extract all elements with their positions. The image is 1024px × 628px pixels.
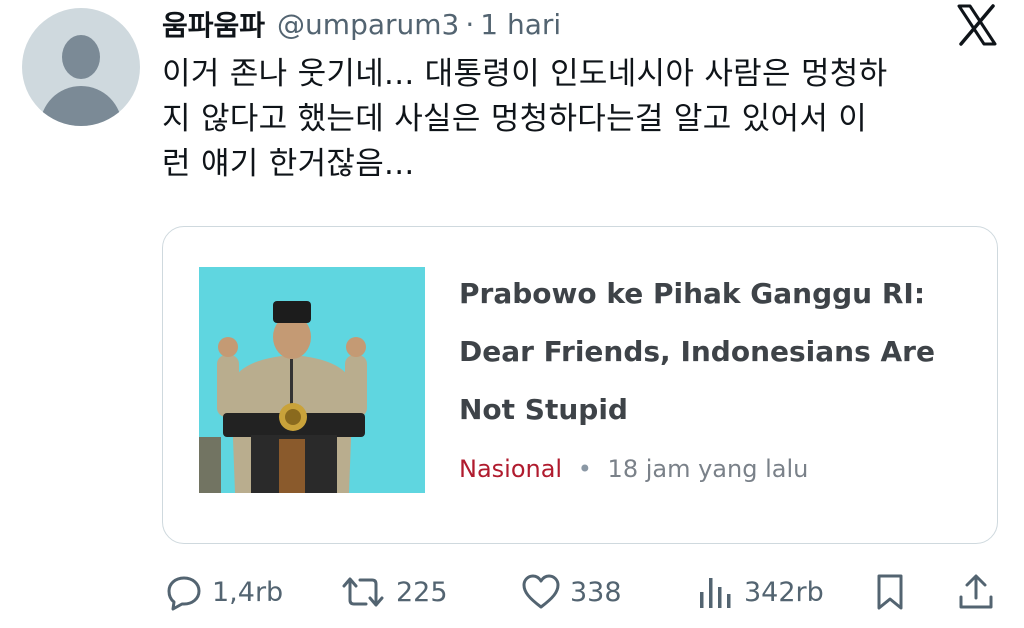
avatar-body-shape: [40, 86, 122, 126]
display-name[interactable]: 움파움파: [162, 4, 265, 44]
speaker-at-podium-illustration: [199, 267, 425, 493]
link-preview-card[interactable]: Prabowo ke Pihak Ganggu RI: Dear Friends…: [162, 226, 998, 544]
article-title-line: Prabowo ke Pihak Ganggu RI:: [459, 277, 926, 310]
article-meta: Nasional • 18 jam yang lalu: [459, 455, 808, 483]
article-meta-separator: •: [577, 455, 592, 483]
reply-count: 1,4rb: [212, 576, 284, 608]
tweet-text-line: 런 얘기 한거잖음...: [162, 146, 415, 182]
x-logo-icon[interactable]: [956, 4, 998, 46]
header-separator: ·: [465, 7, 475, 41]
tweet-header: 움파움파 @umparum3 · 1 hari: [162, 2, 561, 46]
share-icon: [959, 574, 993, 609]
share-button[interactable]: [956, 568, 996, 616]
bookmark-icon: [877, 574, 903, 610]
article-thumbnail: [199, 267, 425, 493]
article-age: 18 jam yang lalu: [607, 455, 809, 483]
views-count: 342rb: [744, 576, 824, 608]
tweet[interactable]: 움파움파 @umparum3 · 1 hari 이거 존나 웃기네... 대통령…: [0, 0, 1024, 628]
heart-icon: [522, 574, 560, 609]
like-count: 338: [570, 576, 622, 608]
repost-count: 225: [396, 576, 448, 608]
tweet-text: 이거 존나 웃기네... 대통령이 인도네시아 사람은 멍청하 지 않다고 했는…: [162, 52, 1007, 187]
article-category: Nasional: [459, 455, 563, 483]
tweet-timestamp[interactable]: 1 hari: [480, 8, 561, 41]
repost-button[interactable]: 225: [338, 568, 448, 616]
article-title-line: Dear Friends, Indonesians Are: [459, 335, 935, 368]
avatar[interactable]: [22, 8, 140, 126]
tweet-text-line: 이거 존나 웃기네... 대통령이 인도네시아 사람은 멍청하: [162, 56, 888, 92]
tweet-actions: 1,4rb 225 338 342rb: [0, 568, 1024, 616]
reply-icon: [167, 576, 201, 611]
bookmark-button[interactable]: [872, 568, 908, 616]
views-icon: [700, 578, 731, 608]
tweet-text-line: 지 않다고 했는데 사실은 멍청하다는걸 알고 있어서 이: [162, 101, 868, 137]
like-button[interactable]: 338: [520, 568, 622, 616]
article-title[interactable]: Prabowo ke Pihak Ganggu RI: Dear Friends…: [459, 265, 979, 439]
reply-button[interactable]: 1,4rb: [164, 568, 283, 616]
avatar-head-shape: [62, 35, 100, 79]
user-handle[interactable]: @umparum3: [277, 8, 459, 41]
article-title-line: Not Stupid: [459, 393, 628, 426]
repost-icon: [342, 577, 384, 607]
views-button[interactable]: 342rb: [696, 568, 824, 616]
